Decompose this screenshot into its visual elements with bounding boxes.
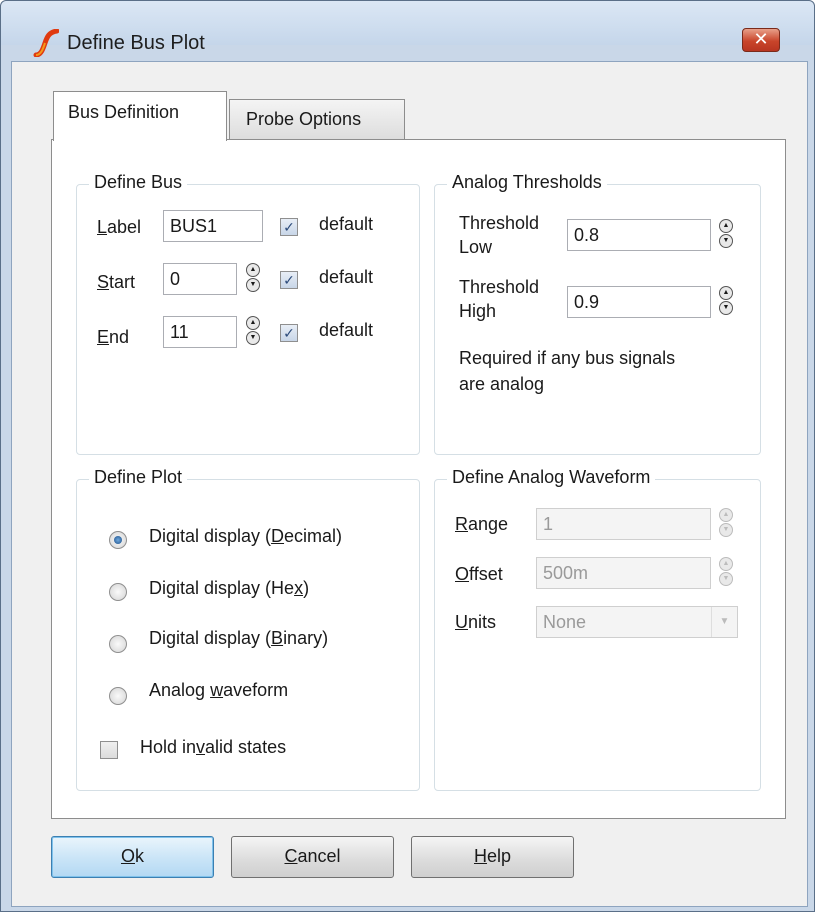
tab-probe-options[interactable]: Probe Options — [229, 99, 405, 141]
radio-binary[interactable] — [109, 635, 127, 653]
spin-up-icon[interactable]: ▲ — [719, 557, 733, 571]
spin-down-icon[interactable]: ▼ — [719, 234, 733, 248]
threshold-high-label-line1: Threshold — [459, 277, 540, 297]
range-label: Range — [455, 514, 509, 534]
spin-down-icon[interactable]: ▼ — [719, 572, 733, 586]
simetrix-logo-icon — [33, 29, 59, 57]
start-spinner[interactable]: ▲ ▼ — [246, 263, 260, 293]
units-select[interactable]: None ▼ — [536, 606, 738, 638]
radio-hex[interactable] — [109, 583, 127, 601]
threshold-low-label-line1: Threshold — [459, 213, 540, 233]
end-spinner[interactable]: ▲ ▼ — [246, 316, 260, 346]
cancel-label: ancel — [297, 846, 341, 866]
start-default-checkbox[interactable]: ✓ — [280, 271, 298, 289]
start-field-label: Start — [97, 272, 136, 292]
label-field-label: Label — [97, 217, 142, 237]
offset-label: Offset — [455, 564, 503, 584]
radio-analog-waveform[interactable] — [109, 687, 127, 705]
cancel-mnemonic: C — [284, 846, 298, 866]
radio-hex-label[interactable]: Digital display (Hex) — [149, 578, 309, 599]
bus-end-input[interactable]: 11 — [163, 316, 237, 348]
threshold-high-spinner[interactable]: ▲ ▼ — [719, 286, 733, 316]
threshold-high-input[interactable]: 0.9 — [567, 286, 711, 318]
define-plot-title: Define Plot — [89, 467, 188, 488]
help-button[interactable]: Help — [411, 836, 574, 878]
close-icon: ✕ — [753, 29, 769, 49]
range-input[interactable]: 1 — [536, 508, 711, 540]
spin-down-icon[interactable]: ▼ — [719, 523, 733, 537]
spin-up-icon[interactable]: ▲ — [719, 508, 733, 522]
threshold-high-label-line2: High — [459, 301, 497, 321]
dropdown-arrow-icon[interactable]: ▼ — [711, 607, 737, 637]
bus-start-input[interactable]: 0 — [163, 263, 237, 295]
checkmark-icon: ✓ — [283, 272, 295, 288]
cancel-button[interactable]: Cancel — [231, 836, 394, 878]
radio-decimal-label[interactable]: Digital display (Decimal) — [149, 526, 342, 547]
threshold-note-line1: Required if any bus signals — [459, 348, 676, 368]
offset-spinner[interactable]: ▲ ▼ — [719, 557, 733, 587]
checkmark-icon: ✓ — [283, 219, 295, 235]
help-mnemonic: H — [473, 846, 487, 866]
ok-label: k — [135, 846, 144, 866]
threshold-note-line2: are analog — [459, 374, 545, 394]
start-default-text: default — [319, 267, 374, 287]
spin-up-icon[interactable]: ▲ — [246, 263, 260, 277]
radio-analog-waveform-label[interactable]: Analog waveform — [149, 680, 288, 701]
dialog-window: Define Bus Plot ✕ Bus Definition Probe O… — [0, 0, 815, 912]
close-button[interactable]: ✕ — [742, 28, 780, 52]
analog-thresholds-title: Analog Thresholds — [447, 172, 607, 193]
end-default-checkbox[interactable]: ✓ — [280, 324, 298, 342]
radio-decimal[interactable] — [109, 531, 127, 549]
radio-binary-label[interactable]: Digital display (Binary) — [149, 628, 328, 649]
label-default-checkbox[interactable]: ✓ — [280, 218, 298, 236]
title-bar[interactable]: Define Bus Plot ✕ — [1, 1, 814, 57]
spin-down-icon[interactable]: ▼ — [719, 301, 733, 315]
offset-input[interactable]: 500m — [536, 557, 711, 589]
spin-up-icon[interactable]: ▲ — [719, 219, 733, 233]
hold-invalid-states-checkbox[interactable] — [100, 741, 118, 759]
window-title: Define Bus Plot — [67, 32, 205, 54]
checkmark-icon: ✓ — [283, 325, 295, 341]
bus-label-input[interactable]: BUS1 — [163, 210, 263, 242]
spin-up-icon[interactable]: ▲ — [246, 316, 260, 330]
spin-up-icon[interactable]: ▲ — [719, 286, 733, 300]
analog-waveform-title: Define Analog Waveform — [447, 467, 656, 488]
units-select-value: None — [543, 612, 587, 632]
spin-down-icon[interactable]: ▼ — [246, 278, 260, 292]
define-bus-title: Define Bus — [89, 172, 188, 193]
help-label: elp — [486, 846, 512, 866]
end-default-text: default — [319, 320, 374, 340]
threshold-low-label-line2: Low — [459, 237, 493, 257]
threshold-low-spinner[interactable]: ▲ ▼ — [719, 219, 733, 249]
label-default-text: default — [319, 214, 374, 234]
tab-label: Probe Options — [246, 109, 362, 129]
units-label: Units — [455, 612, 497, 632]
ok-button[interactable]: Ok — [51, 836, 214, 878]
end-field-label: End — [97, 327, 130, 347]
spin-down-icon[interactable]: ▼ — [246, 331, 260, 345]
hold-invalid-states-label[interactable]: Hold invalid states — [140, 737, 286, 758]
threshold-low-input[interactable]: 0.8 — [567, 219, 711, 251]
range-spinner[interactable]: ▲ ▼ — [719, 508, 733, 538]
tab-label: Bus Definition — [68, 102, 180, 122]
tab-bus-definition[interactable]: Bus Definition — [53, 91, 227, 141]
ok-mnemonic: O — [120, 846, 135, 866]
